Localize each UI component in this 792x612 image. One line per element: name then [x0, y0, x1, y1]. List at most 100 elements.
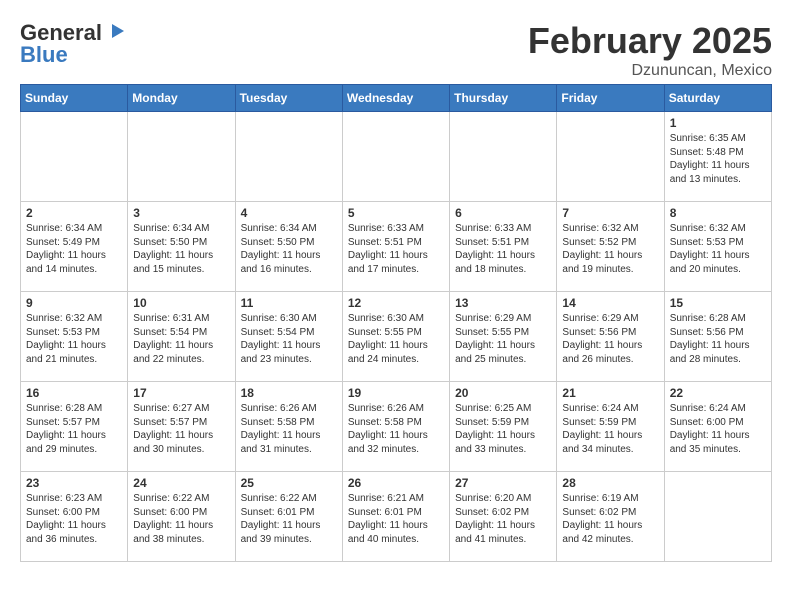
day-number: 14	[562, 296, 658, 310]
day-info: Sunrise: 6:29 AMSunset: 5:56 PMDaylight:…	[562, 312, 658, 366]
calendar-title: February 2025	[528, 20, 772, 62]
day-cell: 6 Sunrise: 6:33 AMSunset: 5:51 PMDaylight…	[450, 202, 557, 292]
day-info: Sunrise: 6:22 AMSunset: 6:00 PMDaylight:…	[133, 492, 229, 546]
day-number: 18	[241, 386, 337, 400]
weekday-header-thursday: Thursday	[450, 85, 557, 112]
day-info: Sunrise: 6:28 AMSunset: 5:57 PMDaylight:…	[26, 402, 122, 456]
day-number: 7	[562, 206, 658, 220]
day-cell: 19 Sunrise: 6:26 AMSunset: 5:58 PMDayligh…	[342, 382, 449, 472]
day-info: Sunrise: 6:26 AMSunset: 5:58 PMDaylight:…	[348, 402, 444, 456]
day-number: 10	[133, 296, 229, 310]
day-number: 9	[26, 296, 122, 310]
day-cell	[450, 112, 557, 202]
day-info: Sunrise: 6:26 AMSunset: 5:58 PMDaylight:…	[241, 402, 337, 456]
day-info: Sunrise: 6:32 AMSunset: 5:53 PMDaylight:…	[670, 222, 766, 276]
day-info: Sunrise: 6:21 AMSunset: 6:01 PMDaylight:…	[348, 492, 444, 546]
weekday-header-monday: Monday	[128, 85, 235, 112]
logo: General Blue	[20, 20, 126, 68]
day-cell	[342, 112, 449, 202]
day-number: 13	[455, 296, 551, 310]
week-row-2: 2 Sunrise: 6:34 AMSunset: 5:49 PMDaylight…	[21, 202, 772, 292]
day-info: Sunrise: 6:30 AMSunset: 5:55 PMDaylight:…	[348, 312, 444, 366]
week-row-1: 1 Sunrise: 6:35 AMSunset: 5:48 PMDaylight…	[21, 112, 772, 202]
weekday-row: SundayMondayTuesdayWednesdayThursdayFrid…	[21, 85, 772, 112]
day-info: Sunrise: 6:32 AMSunset: 5:52 PMDaylight:…	[562, 222, 658, 276]
day-number: 3	[133, 206, 229, 220]
weekday-header-wednesday: Wednesday	[342, 85, 449, 112]
day-number: 24	[133, 476, 229, 490]
day-number: 21	[562, 386, 658, 400]
day-cell: 20Sunrise: 6:25 AMSunset: 5:59 PMDayligh…	[450, 382, 557, 472]
day-info: Sunrise: 6:32 AMSunset: 5:53 PMDaylight:…	[26, 312, 122, 366]
day-number: 22	[670, 386, 766, 400]
day-cell: 22 Sunrise: 6:24 AMSunset: 6:00 PMDayligh…	[664, 382, 771, 472]
day-number: 2	[26, 206, 122, 220]
day-number: 27	[455, 476, 551, 490]
day-cell: 16 Sunrise: 6:28 AMSunset: 5:57 PMDayligh…	[21, 382, 128, 472]
day-cell: 12 Sunrise: 6:30 AMSunset: 5:55 PMDayligh…	[342, 292, 449, 382]
day-cell: 2 Sunrise: 6:34 AMSunset: 5:49 PMDaylight…	[21, 202, 128, 292]
day-cell: 15 Sunrise: 6:28 AMSunset: 5:56 PMDayligh…	[664, 292, 771, 382]
day-cell: 14 Sunrise: 6:29 AMSunset: 5:56 PMDayligh…	[557, 292, 664, 382]
weekday-header-tuesday: Tuesday	[235, 85, 342, 112]
page-header: General Blue February 2025 Dzununcan, Me…	[20, 20, 772, 80]
day-info: Sunrise: 6:35 AMSunset: 5:48 PMDaylight:…	[670, 132, 766, 186]
day-cell: 9 Sunrise: 6:32 AMSunset: 5:53 PMDaylight…	[21, 292, 128, 382]
day-number: 11	[241, 296, 337, 310]
day-number: 17	[133, 386, 229, 400]
logo-icon	[104, 20, 126, 42]
day-info: Sunrise: 6:33 AMSunset: 5:51 PMDaylight:…	[348, 222, 444, 276]
day-number: 25	[241, 476, 337, 490]
day-info: Sunrise: 6:34 AMSunset: 5:49 PMDaylight:…	[26, 222, 122, 276]
day-number: 28	[562, 476, 658, 490]
day-cell: 13 Sunrise: 6:29 AMSunset: 5:55 PMDayligh…	[450, 292, 557, 382]
day-number: 6	[455, 206, 551, 220]
calendar-table: SundayMondayTuesdayWednesdayThursdayFrid…	[20, 84, 772, 562]
day-cell: 11Sunrise: 6:30 AMSunset: 5:54 PMDayligh…	[235, 292, 342, 382]
calendar-header: SundayMondayTuesdayWednesdayThursdayFrid…	[21, 85, 772, 112]
day-info: Sunrise: 6:24 AMSunset: 5:59 PMDaylight:…	[562, 402, 658, 456]
day-cell: 3 Sunrise: 6:34 AMSunset: 5:50 PMDaylight…	[128, 202, 235, 292]
day-number: 1	[670, 116, 766, 130]
day-cell: 7 Sunrise: 6:32 AMSunset: 5:52 PMDaylight…	[557, 202, 664, 292]
day-info: Sunrise: 6:29 AMSunset: 5:55 PMDaylight:…	[455, 312, 551, 366]
day-cell: 5 Sunrise: 6:33 AMSunset: 5:51 PMDaylight…	[342, 202, 449, 292]
day-info: Sunrise: 6:33 AMSunset: 5:51 PMDaylight:…	[455, 222, 551, 276]
weekday-header-sunday: Sunday	[21, 85, 128, 112]
day-info: Sunrise: 6:28 AMSunset: 5:56 PMDaylight:…	[670, 312, 766, 366]
day-cell: 4Sunrise: 6:34 AMSunset: 5:50 PMDaylight…	[235, 202, 342, 292]
day-info: Sunrise: 6:31 AMSunset: 5:54 PMDaylight:…	[133, 312, 229, 366]
day-info: Sunrise: 6:22 AMSunset: 6:01 PMDaylight:…	[241, 492, 337, 546]
day-number: 16	[26, 386, 122, 400]
calendar-body: 1 Sunrise: 6:35 AMSunset: 5:48 PMDaylight…	[21, 112, 772, 562]
week-row-4: 16 Sunrise: 6:28 AMSunset: 5:57 PMDayligh…	[21, 382, 772, 472]
title-block: February 2025 Dzununcan, Mexico	[528, 20, 772, 80]
day-number: 8	[670, 206, 766, 220]
day-number: 20	[455, 386, 551, 400]
day-number: 12	[348, 296, 444, 310]
day-cell: 1 Sunrise: 6:35 AMSunset: 5:48 PMDaylight…	[664, 112, 771, 202]
day-number: 19	[348, 386, 444, 400]
day-number: 26	[348, 476, 444, 490]
day-cell: 26 Sunrise: 6:21 AMSunset: 6:01 PMDayligh…	[342, 472, 449, 562]
day-cell	[128, 112, 235, 202]
day-cell	[21, 112, 128, 202]
week-row-3: 9 Sunrise: 6:32 AMSunset: 5:53 PMDaylight…	[21, 292, 772, 382]
day-cell: 21 Sunrise: 6:24 AMSunset: 5:59 PMDayligh…	[557, 382, 664, 472]
day-cell: 24 Sunrise: 6:22 AMSunset: 6:00 PMDayligh…	[128, 472, 235, 562]
day-number: 15	[670, 296, 766, 310]
day-info: Sunrise: 6:24 AMSunset: 6:00 PMDaylight:…	[670, 402, 766, 456]
day-number: 5	[348, 206, 444, 220]
calendar-subtitle: Dzununcan, Mexico	[528, 62, 772, 80]
day-info: Sunrise: 6:19 AMSunset: 6:02 PMDaylight:…	[562, 492, 658, 546]
day-cell: 8 Sunrise: 6:32 AMSunset: 5:53 PMDaylight…	[664, 202, 771, 292]
day-info: Sunrise: 6:34 AMSunset: 5:50 PMDaylight:…	[133, 222, 229, 276]
day-info: Sunrise: 6:27 AMSunset: 5:57 PMDaylight:…	[133, 402, 229, 456]
day-info: Sunrise: 6:20 AMSunset: 6:02 PMDaylight:…	[455, 492, 551, 546]
day-cell: 23Sunrise: 6:23 AMSunset: 6:00 PMDayligh…	[21, 472, 128, 562]
day-cell	[235, 112, 342, 202]
day-number: 23	[26, 476, 122, 490]
day-cell: 17 Sunrise: 6:27 AMSunset: 5:57 PMDayligh…	[128, 382, 235, 472]
day-cell	[664, 472, 771, 562]
weekday-header-friday: Friday	[557, 85, 664, 112]
